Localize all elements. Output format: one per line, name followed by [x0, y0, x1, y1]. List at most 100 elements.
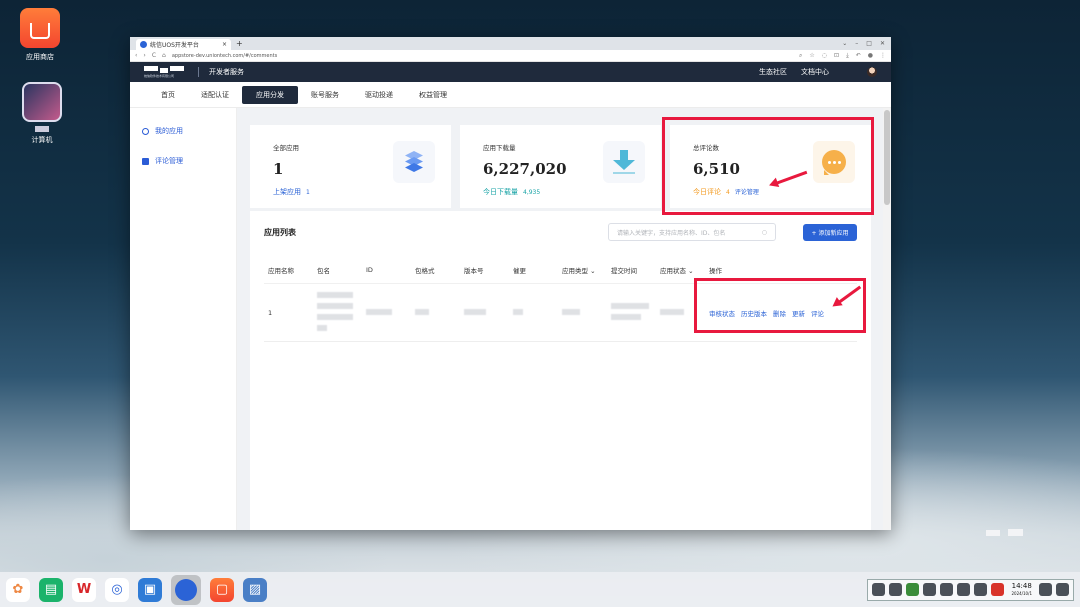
maximize-button[interactable]: □ — [866, 40, 872, 47]
desktop-widget — [986, 530, 1000, 536]
tab-menu-button[interactable]: ⌄ — [842, 40, 847, 47]
redacted-version-cell — [460, 308, 509, 317]
menu-adaptation-cert[interactable]: 适配认证 — [188, 86, 242, 104]
redacted-package-cell — [313, 292, 362, 333]
window-controls: ⌄ – □ ✕ — [842, 40, 885, 47]
file-manager-icon[interactable]: ▤ — [39, 577, 63, 602]
site-favicon-icon — [140, 41, 147, 48]
forward-button[interactable]: › — [143, 52, 145, 59]
redacted-urge-cell — [509, 308, 558, 317]
computer-icon — [22, 82, 62, 122]
url-input[interactable]: appstore-dev.uniontech.com/#/comments — [172, 53, 793, 59]
menu-app-distribution[interactable]: 应用分发 — [242, 85, 298, 104]
column-header-sortable[interactable]: 应用类型 ⌄ — [558, 265, 607, 275]
desktop-widget — [1008, 529, 1023, 536]
sidebar-item-my-apps[interactable]: 我的应用 — [130, 124, 236, 138]
main-menu: 首页 适配认证 应用分发 账号服务 驱动投递 权益管理 — [130, 82, 891, 108]
card-foot-label: 今日下载量 — [483, 188, 518, 196]
clock[interactable]: 14:48 2024/10/1 — [1008, 582, 1035, 598]
search-placeholder: 请输入关键字，支持应用名称、ID、包名 — [617, 229, 726, 237]
launcher-icon[interactable]: ✿ — [6, 577, 30, 602]
search-icon[interactable]: ○ — [762, 229, 767, 236]
column-header: 应用名称 — [268, 266, 294, 275]
profile-icon[interactable]: ● — [868, 52, 873, 60]
card-foot-label[interactable]: 上架应用 — [273, 187, 301, 197]
screenshot-icon[interactable]: ⊡ — [834, 52, 839, 60]
address-bar: ‹ › C ⌂ appstore-dev.uniontech.com/#/com… — [130, 50, 891, 62]
tray-icon-5[interactable] — [940, 583, 954, 596]
tray-icon-1[interactable] — [872, 583, 886, 596]
new-tab-button[interactable]: + — [236, 39, 243, 48]
column-header-sortable[interactable]: 应用状态 ⌄ — [656, 265, 705, 275]
link-doc-center[interactable]: 文档中心 — [801, 67, 829, 77]
browser-tab[interactable]: 统信UOS开发平台 × — [136, 39, 231, 50]
search-input[interactable]: 请输入关键字，支持应用名称、ID、包名 ○ — [608, 223, 776, 241]
stat-card-downloads: 应用下载量 6,227,020 今日下载量 4,935 — [460, 125, 661, 208]
column-header: 提交时间 — [611, 266, 637, 275]
browser-toolbar: ⌕ ☆ ◌ ⊡ ⤓ ↶ ● ⋮ — [799, 52, 886, 60]
download-icon — [603, 141, 645, 183]
redacted-time-cell — [607, 303, 656, 322]
highlight-box-comment-card — [662, 117, 874, 215]
browser-menu-icon[interactable]: ⋮ — [880, 52, 886, 60]
wifi-icon[interactable] — [889, 583, 903, 596]
sidebar-item-label: 我的应用 — [155, 127, 183, 135]
column-header: ID — [366, 265, 373, 274]
site-logo[interactable]: 统信软件技术有限公司 — [144, 65, 186, 79]
link-ecosystem-community[interactable]: 生态社区 — [759, 67, 787, 77]
user-avatar[interactable] — [867, 67, 877, 77]
reload-button[interactable]: C — [152, 52, 156, 59]
add-app-button[interactable]: + 添加新应用 — [803, 223, 857, 241]
tab-title: 统信UOS开发平台 — [150, 42, 199, 49]
extension-icon[interactable]: ◌ — [822, 52, 827, 60]
battery-icon[interactable] — [906, 583, 920, 596]
browser-taskbar-icon[interactable] — [171, 574, 201, 605]
redacted-type-cell — [558, 308, 607, 317]
wps-office-icon[interactable]: W — [72, 577, 96, 602]
image-viewer-icon[interactable]: ▨ — [243, 577, 267, 602]
page-scrollbar[interactable] — [883, 108, 891, 530]
desktop-icon-computer[interactable]: 计算机 — [12, 82, 72, 145]
close-window-button[interactable]: ✕ — [880, 40, 885, 47]
back-button[interactable]: ‹ — [135, 52, 137, 59]
desktop-icon-label: 计算机 — [31, 136, 53, 144]
menu-driver-delivery[interactable]: 驱动投递 — [352, 86, 406, 104]
tray-icon-7[interactable] — [974, 583, 988, 596]
close-tab-icon[interactable]: × — [222, 41, 227, 48]
logo-caption: 统信软件技术有限公司 — [144, 74, 175, 78]
site-title: 开发者服务 — [209, 68, 244, 76]
sidebar-item-label: 评论管理 — [155, 157, 183, 165]
zoom-icon[interactable]: ⌕ — [799, 52, 802, 60]
tray-icon-4[interactable] — [923, 583, 937, 596]
home-button[interactable]: ⌂ — [162, 52, 166, 59]
tab-bar: 统信UOS开发平台 × + ⌄ – □ ✕ — [130, 37, 891, 50]
app-store-taskbar-icon[interactable]: ▣ — [138, 577, 162, 602]
column-header: 包格式 — [415, 266, 435, 275]
bookmark-star-icon[interactable]: ☆ — [809, 52, 814, 60]
card-foot-value: 1 — [306, 189, 310, 196]
menu-home[interactable]: 首页 — [148, 86, 188, 104]
clock-date: 2024/10/1 — [1011, 590, 1032, 596]
sidebar-item-comment-management[interactable]: 评论管理 — [130, 154, 236, 168]
menu-benefits[interactable]: 权益管理 — [406, 86, 460, 104]
stat-card-all-apps: 全部应用 1 上架应用 1 — [250, 125, 451, 208]
desktop-icon-app-store[interactable]: 应用商店 — [10, 8, 70, 62]
history-icon[interactable]: ↶ — [856, 52, 861, 60]
chat-app-icon[interactable]: ◎ — [105, 577, 129, 602]
notification-icon[interactable] — [1056, 583, 1069, 596]
column-header: 催更 — [513, 266, 526, 275]
minimize-button[interactable]: – — [855, 40, 858, 47]
store-taskbar-icon[interactable]: ▢ — [210, 577, 234, 602]
redacted-format-cell — [411, 308, 460, 317]
redacted-id-cell — [362, 308, 411, 317]
chevron-right-icon[interactable] — [957, 583, 971, 596]
column-header: 操作 — [709, 266, 722, 275]
app-name-cell: 1 — [268, 308, 273, 317]
tray-icon-9[interactable] — [1039, 583, 1052, 596]
app-list-panel: 应用列表 请输入关键字，支持应用名称、ID、包名 ○ + 添加新应用 应用名称 … — [250, 211, 871, 530]
menu-account-service[interactable]: 账号服务 — [298, 86, 352, 104]
tray-icon-8[interactable] — [991, 583, 1005, 596]
download-icon[interactable]: ⤓ — [846, 52, 849, 60]
column-header: 版本号 — [464, 266, 484, 275]
taskbar: ✿ ▤ W ◎ ▣ ▢ ▨ 14:48 2024/10/1 — [0, 572, 1080, 607]
